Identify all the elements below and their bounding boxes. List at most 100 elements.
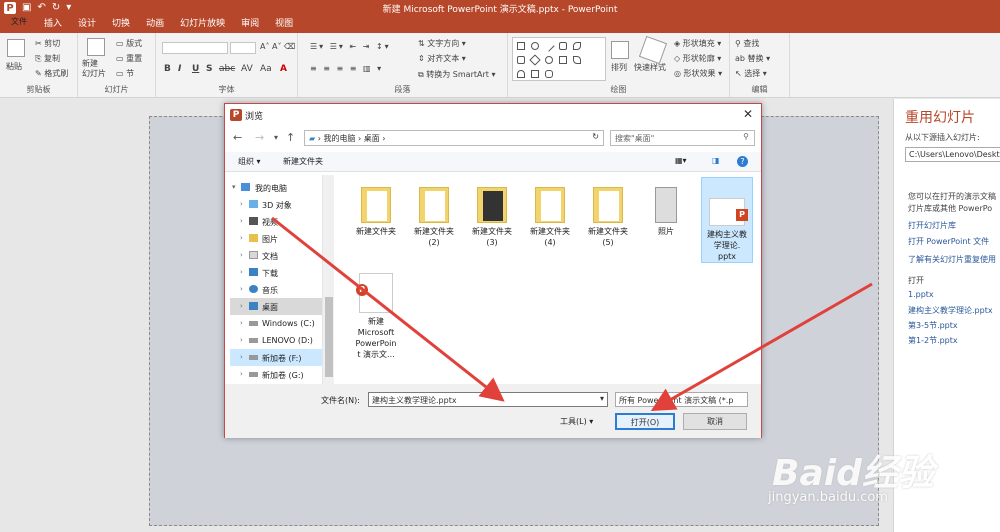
preview-pane-icon[interactable]: ◨ <box>712 156 720 165</box>
tab-view[interactable]: 视图 <box>267 16 301 33</box>
tree-item-drive-g[interactable]: › 新加卷 (G:) <box>230 366 330 383</box>
tree-item-c-expand-icon[interactable]: › <box>240 319 243 327</box>
new-folder-button[interactable]: 新建文件夹 <box>283 156 323 167</box>
find-button[interactable]: ⚲ 查找 <box>735 38 759 49</box>
tree-item-pictures[interactable]: › 图片 <box>230 230 330 247</box>
recent-file-3[interactable]: 第3-5节.pptx <box>908 320 958 331</box>
tree-item-documents-expand-icon[interactable]: › <box>240 251 243 259</box>
arrow-shape-icon[interactable] <box>517 70 525 78</box>
cancel-button[interactable]: 取消 <box>683 413 747 430</box>
tab-insert[interactable]: 插入 <box>36 16 70 33</box>
square-shape-icon[interactable] <box>559 56 567 64</box>
tree-item-pictures-expand-icon[interactable]: › <box>240 234 243 242</box>
arrange-button[interactable]: 排列 <box>611 62 627 73</box>
organize-button[interactable]: 组织 ▾ <box>238 156 261 167</box>
new-slide-icon[interactable] <box>87 38 105 56</box>
chevron-down-icon[interactable]: ▾ <box>600 394 604 403</box>
recent-file-4[interactable]: 第1-2节.pptx <box>908 335 958 346</box>
tree-item-desktop[interactable]: › 桌面 <box>230 298 330 315</box>
file-item-folder-2[interactable]: 新建文件夹 (2) <box>408 181 460 248</box>
recent-file-2[interactable]: 建构主义教学理论.pptx <box>908 305 993 316</box>
select-button[interactable]: ↖ 选择 ▾ <box>735 68 767 79</box>
breadcrumb-desktop[interactable]: 桌面 <box>364 134 380 143</box>
rounded-rect-shape-icon[interactable] <box>559 42 567 50</box>
tab-animations[interactable]: 动画 <box>138 16 172 33</box>
tab-review[interactable]: 审阅 <box>233 16 267 33</box>
tree-scrollbar-thumb[interactable] <box>325 297 333 377</box>
arrange-icon[interactable] <box>611 41 629 59</box>
view-options-icon[interactable]: ▦▾ <box>675 156 687 165</box>
paste-button[interactable]: 粘贴 <box>6 61 22 72</box>
up-icon[interactable]: ↑ <box>286 131 295 144</box>
tree-item-f-expand-icon[interactable]: › <box>240 353 243 361</box>
case-button[interactable]: Aa <box>260 64 272 74</box>
open-button[interactable]: 打开(O) <box>615 413 675 430</box>
reset-button[interactable]: ▭ 重置 <box>116 53 142 64</box>
shape-fill-button[interactable]: ◈ 形状填充 ▾ <box>674 38 721 49</box>
tab-slideshow[interactable]: 幻灯片放映 <box>172 16 233 33</box>
format-painter-button[interactable]: ✎ 格式刷 <box>35 68 68 79</box>
oval-shape-icon[interactable] <box>531 42 539 50</box>
star-shape-icon[interactable] <box>531 70 539 78</box>
tree-item-music[interactable]: › 音乐 <box>230 281 330 298</box>
font-color-button[interactable]: A <box>280 64 287 74</box>
tree-item-downloads[interactable]: › 下载 <box>230 264 330 281</box>
circle-shape-icon[interactable] <box>545 56 553 64</box>
strikethrough-button[interactable]: abc <box>219 64 235 74</box>
tree-item-drive-c[interactable]: › Windows (C:) <box>230 315 330 332</box>
breadcrumb-computer[interactable]: 我的电脑 <box>323 134 355 143</box>
tree-scrollbar[interactable] <box>322 175 334 385</box>
italic-button[interactable]: I <box>178 64 181 74</box>
open-slide-library-link[interactable]: 打开幻灯片库 <box>908 220 956 231</box>
layout-button[interactable]: ▭ 版式 <box>116 38 142 49</box>
address-bar[interactable]: ▰ › 我的电脑 › 桌面 › ↻ <box>304 130 604 146</box>
tree-item-g-expand-icon[interactable]: › <box>240 370 243 378</box>
quick-styles-button[interactable]: 快速样式 <box>634 62 666 73</box>
tree-item-documents[interactable]: › 文档 <box>230 247 330 264</box>
copy-button[interactable]: ⎘ 复制 <box>35 53 60 64</box>
textbox-shape-icon[interactable] <box>517 56 525 64</box>
file-item-folder-4[interactable]: 新建文件夹 (4) <box>524 181 576 248</box>
tab-file[interactable]: 文件 <box>0 16 38 33</box>
align-text-button[interactable]: ⇕ 对齐文本 ▾ <box>418 53 466 64</box>
tree-item-drive-d[interactable]: › LENOVO (D:) <box>230 332 330 349</box>
tree-item-computer[interactable]: ▾ 我的电脑 <box>230 179 330 196</box>
file-item-photo[interactable]: 照片 <box>640 181 692 237</box>
tree-item-desktop-expand-icon[interactable]: › <box>240 302 243 310</box>
rect-shape-icon[interactable] <box>517 42 525 50</box>
bold-button[interactable]: B <box>164 64 171 74</box>
filename-input[interactable]: 建构主义教学理论.pptx ▾ <box>368 392 608 407</box>
callout-shape-icon[interactable] <box>545 70 553 78</box>
tree-item-music-expand-icon[interactable]: › <box>240 285 243 293</box>
shape-effects-button[interactable]: ◎ 形状效果 ▾ <box>674 68 722 79</box>
tree-item-3d-expand-icon[interactable]: › <box>240 200 243 208</box>
text-direction-button[interactable]: ⇅ 文字方向 ▾ <box>418 38 466 49</box>
close-icon[interactable]: ✕ <box>743 107 753 121</box>
font-size-buttons[interactable]: A˄ A˅ ⌫ <box>260 42 295 51</box>
spacing-button[interactable]: AV <box>241 64 253 74</box>
tree-item-computer-expand-icon[interactable]: ▾ <box>232 183 236 191</box>
line-shape-icon[interactable] <box>543 40 555 52</box>
tree-item-video-expand-icon[interactable]: › <box>240 217 243 225</box>
forward-icon[interactable]: → <box>255 131 264 144</box>
help-icon[interactable]: ? <box>737 156 748 167</box>
arc-shape-icon[interactable] <box>573 42 581 50</box>
curve-shape-icon[interactable] <box>573 56 581 64</box>
section-button[interactable]: ▭ 节 <box>116 68 134 79</box>
shape-outline-button[interactable]: ◇ 形状轮廓 ▾ <box>674 53 721 64</box>
file-item-folder-1[interactable]: 新建文件夹 <box>350 181 402 237</box>
smartart-button[interactable]: ⧉ 转换为 SmartArt ▾ <box>418 69 495 80</box>
align-buttons[interactable]: ≡ ≡ ≡ ≡ ▥ ▾ <box>310 64 383 73</box>
tree-item-downloads-expand-icon[interactable]: › <box>240 268 243 276</box>
open-powerpoint-file-link[interactable]: 打开 PowerPoint 文件 <box>908 236 989 247</box>
underline-button[interactable]: U <box>192 64 199 74</box>
learn-more-link[interactable]: 了解有关幻灯片重复使用 <box>908 254 996 265</box>
cut-button[interactable]: ✂ 剪切 <box>35 38 60 49</box>
file-item-folder-3[interactable]: 新建文件夹 (3) <box>466 181 518 248</box>
tree-item-drive-f[interactable]: › 新加卷 (F:) <box>230 349 330 366</box>
source-path-input[interactable]: C:\Users\Lenovo\Deskt <box>905 147 1000 162</box>
tree-item-video[interactable]: › 视频 <box>230 213 330 230</box>
diamond-shape-icon[interactable] <box>529 54 541 66</box>
font-size-combo[interactable] <box>230 42 256 54</box>
font-family-combo[interactable] <box>162 42 228 54</box>
